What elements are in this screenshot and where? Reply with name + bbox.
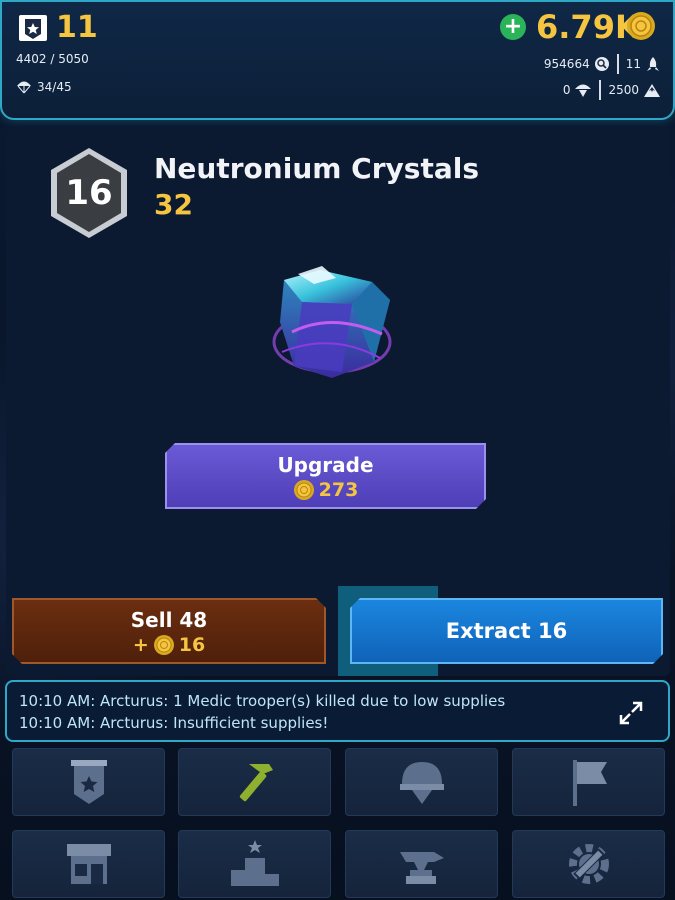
currency-amount: 6.79K — [536, 8, 640, 46]
nav-missions-button[interactable] — [512, 748, 665, 816]
rank-badge-icon[interactable] — [18, 14, 48, 46]
dropship-icon — [575, 84, 592, 97]
anvil-icon — [399, 852, 444, 884]
gold-coin-icon — [627, 12, 655, 40]
item-count: 32 — [154, 188, 193, 221]
upgrade-label: Upgrade — [277, 453, 374, 477]
shop-icon — [66, 844, 111, 884]
troops-deployed-value: 0 — [562, 83, 571, 97]
mountain-icon — [644, 84, 660, 97]
stat-row-1: 954664 11 — [544, 54, 661, 74]
troops-value: 34/45 — [37, 80, 72, 94]
upgrade-cost: 273 — [167, 479, 484, 501]
parachute-icon — [17, 81, 31, 94]
xp-progress-text: 4402 / 5050 — [16, 52, 89, 66]
log-line: 10:10 AM: Arcturus: Insufficient supplie… — [19, 714, 329, 732]
upgrade-button[interactable]: Upgrade 273 — [165, 443, 486, 509]
item-level-value: 16 — [65, 173, 113, 213]
nav-shop-button[interactable] — [12, 830, 165, 898]
rocket-icon — [647, 57, 659, 71]
nav-troops-button[interactable] — [345, 748, 498, 816]
item-level-badge: 16 — [48, 146, 130, 240]
expand-icon[interactable] — [618, 700, 644, 726]
gold-coin-icon — [153, 634, 175, 656]
podium-icon — [230, 840, 279, 886]
stat-row-2: 0 2500 — [563, 80, 661, 100]
nav-settings-button[interactable] — [512, 830, 665, 898]
hammer-icon — [239, 764, 273, 802]
nav-base-button[interactable] — [12, 748, 165, 816]
resource-value: 954664 — [543, 57, 590, 71]
flag-icon — [572, 760, 607, 806]
nav-leaderboard-button[interactable] — [178, 830, 331, 898]
sell-gain-value: 16 — [178, 634, 206, 656]
sell-label: Sell 48 — [130, 608, 208, 632]
magnifier-icon — [594, 57, 609, 71]
neutronium-crystal-icon — [272, 266, 392, 378]
event-log[interactable]: 10:10 AM: Arcturus: 1 Medic trooper(s) k… — [5, 680, 670, 742]
sell-gain: + 16 — [14, 634, 324, 656]
extract-button[interactable]: Extract 16 — [350, 598, 663, 664]
add-currency-button[interactable]: + — [500, 14, 526, 40]
sell-gain-sign: + — [132, 634, 149, 656]
helmet-icon — [399, 762, 444, 804]
troops-counter: 34/45 — [16, 80, 72, 94]
upgrade-cost-value: 273 — [318, 479, 359, 501]
item-name: Neutronium Crystals — [154, 152, 479, 185]
player-level: 11 — [56, 10, 98, 45]
divider — [599, 80, 602, 100]
nav-forge-button[interactable] — [345, 830, 498, 898]
log-line: 10:10 AM: Arcturus: 1 Medic trooper(s) k… — [19, 692, 506, 710]
capacity-value: 2500 — [608, 83, 639, 97]
gold-coin-icon — [293, 479, 315, 501]
nav-build-button[interactable] — [178, 748, 331, 816]
settings-icon — [568, 844, 609, 884]
base-icon — [70, 760, 107, 804]
divider — [616, 54, 619, 74]
sell-button[interactable]: Sell 48 + 16 — [12, 598, 326, 664]
ships-value: 11 — [625, 57, 641, 71]
